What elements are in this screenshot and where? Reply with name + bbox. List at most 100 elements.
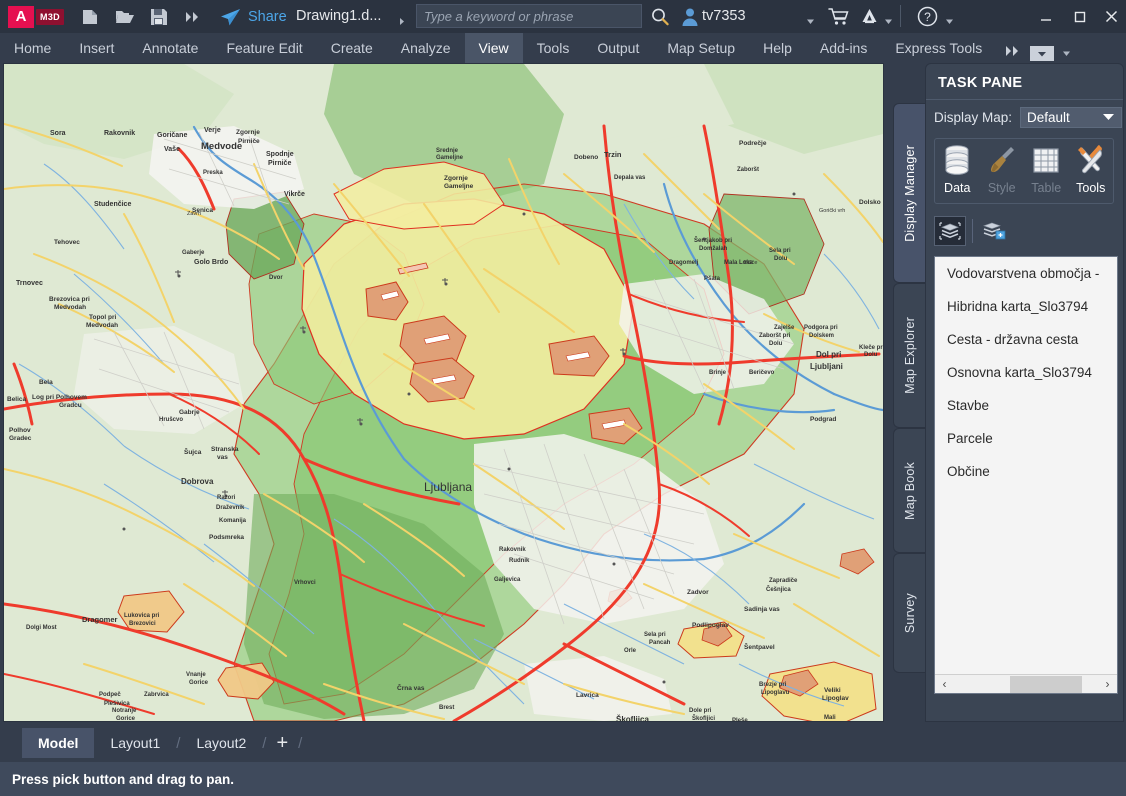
map-place-label: Škofljica <box>616 715 649 721</box>
map-place-label: vas <box>217 454 228 461</box>
search-input[interactable] <box>417 5 641 27</box>
shopping-cart-icon[interactable] <box>828 6 849 32</box>
help-question-icon[interactable]: ? <box>917 6 938 32</box>
task-pane-tool-tools-label: Tools <box>1076 181 1105 195</box>
map-place-label: Orle <box>624 648 637 654</box>
list-item[interactable]: Cesta - državna cesta <box>935 323 1117 356</box>
side-tab-map-book[interactable]: Map Book <box>893 428 925 553</box>
map-place-label: Vaše <box>164 146 180 153</box>
map-place-label: Medvodah <box>86 322 118 329</box>
side-tab-survey[interactable]: Survey <box>893 553 925 673</box>
ribbon-tab-insert[interactable]: Insert <box>65 33 128 63</box>
map-place-label: Beričevo <box>749 370 775 376</box>
map-drawing[interactable]: SoraRakovnikGoričaneVerjeZgornjePirničeM… <box>4 64 883 721</box>
manage-layers-icon[interactable] <box>934 216 966 246</box>
ribbon-tab-view[interactable]: View <box>465 33 523 63</box>
autodesk-logo-icon: A <box>8 6 34 28</box>
list-item[interactable]: Stavbe <box>935 389 1117 422</box>
map-place-label: Trnovec <box>16 280 43 287</box>
task-pane-tool-data-label: Data <box>944 181 970 195</box>
user-dropdown-icon[interactable] <box>806 13 815 31</box>
map-place-label: Kleče pri <box>859 345 883 351</box>
map-place-label: Šentjakob pri <box>694 236 732 244</box>
task-pane-tool-style[interactable]: Style <box>980 144 1025 195</box>
user-account-icon[interactable] <box>681 7 699 31</box>
minimize-icon[interactable] <box>1029 0 1063 33</box>
map-place-label: Zapradiče <box>769 578 798 584</box>
save-icon[interactable] <box>148 6 169 27</box>
ribbon-tab-add-ins[interactable]: Add-ins <box>806 33 881 63</box>
help-dropdown-icon[interactable] <box>945 13 954 31</box>
ribbon-tab-express-tools[interactable]: Express Tools <box>881 33 996 63</box>
side-tab-map-explorer[interactable]: Map Explorer <box>893 283 925 428</box>
task-pane-tool-data[interactable]: Data <box>935 144 980 195</box>
share-paperplane-icon <box>219 7 241 27</box>
map-place-label: Podlipoglav <box>692 622 729 629</box>
map-place-label: Dolsko <box>859 199 881 206</box>
map-place-label: Brezje pri <box>759 682 787 688</box>
scroll-left-arrow-icon[interactable]: ‹ <box>935 675 954 694</box>
list-item[interactable]: Osnovna karta_Slo3794 <box>935 356 1117 389</box>
map-place-label: Zaboršt <box>737 167 759 173</box>
layer-list[interactable]: Vodovarstvena območja - Hibridna karta_S… <box>934 256 1118 694</box>
ribbon-tab-tools[interactable]: Tools <box>523 33 584 63</box>
search-box[interactable] <box>416 4 642 28</box>
task-pane-tool-tools[interactable]: Tools <box>1069 144 1114 195</box>
display-map-value: Default <box>1027 110 1102 125</box>
tab-model[interactable]: Model <box>22 728 94 758</box>
ribbon-tab-output[interactable]: Output <box>583 33 653 63</box>
open-folder-icon[interactable] <box>114 6 135 27</box>
map-place-label: Sora <box>50 130 66 137</box>
side-tab-display-manager[interactable]: Display Manager <box>893 103 925 283</box>
double-chevron-right-icon[interactable] <box>1004 44 1022 63</box>
ribbon-display-dropdown-icon[interactable] <box>1030 46 1054 61</box>
task-pane-tool-table[interactable]: Table <box>1024 144 1069 195</box>
map-place-label: Vikrče <box>284 191 305 198</box>
map-place-label: Domžalah <box>699 246 728 252</box>
map-place-label: Razori <box>217 495 236 501</box>
document-dropdown-icon[interactable] <box>398 13 407 31</box>
scrollbar-thumb[interactable] <box>1010 676 1082 693</box>
task-pane-tool-group: Data Style Table <box>934 138 1114 204</box>
add-layer-group-icon[interactable] <box>979 216 1011 246</box>
display-map-select[interactable]: Default <box>1020 107 1122 128</box>
ribbon-display-caret-icon[interactable] <box>1062 45 1071 63</box>
list-item[interactable]: Parcele <box>935 422 1117 455</box>
layout-tab-bar: Model Layout1 / Layout2 / + / <box>0 724 1126 762</box>
map-place-label: Ljubljani <box>810 362 843 371</box>
list-item[interactable]: Občine <box>935 455 1117 488</box>
map-place-label: Medvodah <box>54 304 86 311</box>
ribbon-tab-create[interactable]: Create <box>317 33 387 63</box>
tab-layout2[interactable]: Layout2 <box>180 728 262 758</box>
ribbon-tab-analyze[interactable]: Analyze <box>387 33 465 63</box>
ribbon-tab-map-setup[interactable]: Map Setup <box>653 33 749 63</box>
list-item[interactable]: Hibridna karta_Slo3794 <box>935 290 1117 323</box>
ribbon-tab-home[interactable]: Home <box>0 33 65 63</box>
task-pane-tool-table-label: Table <box>1031 181 1061 195</box>
more-commands-icon[interactable] <box>182 6 203 27</box>
scrollbar-track[interactable] <box>954 675 1098 694</box>
maximize-icon[interactable] <box>1063 0 1097 33</box>
paintbrush-icon <box>986 144 1018 178</box>
search-icon[interactable] <box>650 7 670 32</box>
map-place-label: Dol pri <box>816 350 841 359</box>
ribbon-tab-feature-edit[interactable]: Feature Edit <box>212 33 316 63</box>
ribbon-tab-annotate[interactable]: Annotate <box>128 33 212 63</box>
autodesk-dropdown-icon[interactable] <box>884 13 893 31</box>
new-document-icon[interactable] <box>80 6 101 27</box>
map-place-label: Črna vas <box>397 683 425 692</box>
map-place-label: Notranje <box>112 708 137 714</box>
tab-layout1[interactable]: Layout1 <box>94 728 176 758</box>
autodesk-app-icon[interactable] <box>859 6 880 32</box>
map-canvas[interactable]: SoraRakovnikGoričaneVerjeZgornjePirničeM… <box>3 63 884 722</box>
add-layout-button[interactable]: + <box>266 728 298 758</box>
list-item[interactable]: Vodovarstvena območja - <box>935 257 1117 290</box>
share-button[interactable]: Share <box>219 7 287 27</box>
scroll-right-arrow-icon[interactable]: › <box>1098 675 1117 694</box>
close-icon[interactable] <box>1094 0 1126 33</box>
side-tab-map-book-label: Map Book <box>903 462 917 520</box>
layer-list-horizontal-scrollbar[interactable]: ‹ › <box>935 674 1117 693</box>
map-place-label: Galjevica <box>494 577 521 583</box>
ribbon-tab-help[interactable]: Help <box>749 33 806 63</box>
map-place-label: Verje <box>204 127 221 134</box>
